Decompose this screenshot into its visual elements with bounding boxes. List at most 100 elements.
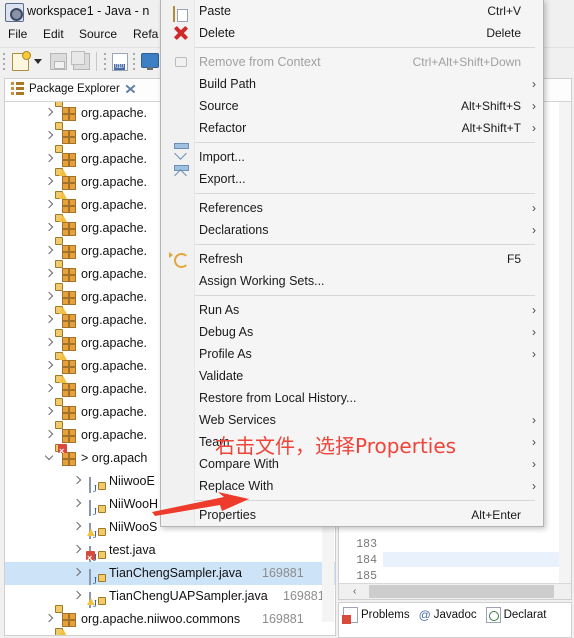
menu-item-restore-from-local-history[interactable]: Restore from Local History... xyxy=(161,387,543,409)
chevron-right-icon[interactable] xyxy=(45,408,53,417)
menu-item-label: Declarations xyxy=(199,223,269,237)
menu-item-refresh[interactable]: Refresh F5 xyxy=(161,248,543,270)
chevron-right-icon[interactable] xyxy=(45,615,53,624)
chevron-right-icon[interactable] xyxy=(73,477,81,486)
toolbar-drag-handle[interactable] xyxy=(3,53,6,71)
monitor-icon[interactable] xyxy=(141,53,161,71)
tab-package-explorer[interactable]: Package Explorer xyxy=(11,82,135,95)
chevron-right-icon: › xyxy=(532,223,536,237)
import-icon xyxy=(173,149,189,165)
tab-declaration-label: Declarat xyxy=(503,609,547,621)
annotation-text: 右击文件，选择Properties xyxy=(215,434,457,458)
new-file-icon[interactable] xyxy=(12,51,32,71)
menu-item-declarations[interactable]: Declarations › xyxy=(161,219,543,241)
chevron-right-icon: › xyxy=(532,347,536,361)
menu-refactor[interactable]: Refa xyxy=(133,27,158,41)
chevron-down-icon[interactable] xyxy=(45,454,53,463)
menu-item-references[interactable]: References › xyxy=(161,197,543,219)
menu-item-delete[interactable]: Delete Delete xyxy=(161,22,543,44)
chevron-right-icon[interactable] xyxy=(45,132,53,141)
tree-row-label: org.apache.niiwoo.commons xyxy=(81,612,241,626)
chevron-right-icon[interactable] xyxy=(45,109,53,118)
chevron-right-icon: › xyxy=(532,479,536,493)
editor-horizontal-scrollbar[interactable]: ‹ xyxy=(339,583,571,599)
menu-source[interactable]: Source xyxy=(79,27,117,41)
close-icon[interactable] xyxy=(125,84,135,94)
menu-item-run-as[interactable]: Run As › xyxy=(161,299,543,321)
save-icon[interactable] xyxy=(50,53,70,71)
toolbar-separator xyxy=(96,52,97,71)
chevron-right-icon[interactable] xyxy=(45,224,53,233)
chevron-right-icon[interactable] xyxy=(45,316,53,325)
binary-file-icon[interactable] xyxy=(112,53,132,71)
package-explorer-tab-label: Package Explorer xyxy=(29,82,120,95)
tree-row-label: org.apache. xyxy=(81,152,148,166)
menu-item-shortcut: Delete xyxy=(486,26,521,40)
tree-row-size: 169881 xyxy=(283,589,325,603)
toolbar-drag-handle-2[interactable] xyxy=(104,53,107,71)
tab-javadoc[interactable]: @ Javadoc xyxy=(419,608,477,622)
menu-item-build-path[interactable]: Build Path › xyxy=(161,73,543,95)
tab-problems[interactable]: Problems xyxy=(342,607,410,624)
chevron-right-icon[interactable] xyxy=(45,431,53,440)
chevron-right-icon[interactable] xyxy=(45,201,53,210)
tree-row-label: org.apache. xyxy=(81,175,148,189)
menu-item-label: References xyxy=(199,201,263,215)
chevron-right-icon[interactable] xyxy=(45,293,53,302)
tree-row-label: org.apache. xyxy=(81,198,148,212)
menu-item-web-services[interactable]: Web Services › xyxy=(161,409,543,431)
tree-row-label: test.java xyxy=(109,543,156,557)
bottom-panel: Problems @ Javadoc Declarat xyxy=(338,602,572,638)
java-file-icon xyxy=(89,497,106,516)
save-all-icon[interactable] xyxy=(71,51,93,71)
chevron-right-icon[interactable] xyxy=(73,500,81,509)
menu-item-shortcut: F5 xyxy=(506,252,521,266)
editor-vertical-scrollbar[interactable] xyxy=(559,102,571,583)
menu-file[interactable]: File xyxy=(8,27,27,41)
menu-item-export[interactable]: Export... xyxy=(161,168,543,190)
chevron-right-icon[interactable] xyxy=(45,385,53,394)
chevron-right-icon[interactable] xyxy=(45,178,53,187)
tree-row-label: org.apache.niiwoo.gui xyxy=(81,631,203,635)
menu-item-assign-working-sets[interactable]: Assign Working Sets... xyxy=(161,270,543,292)
menu-separator xyxy=(169,142,535,143)
editor-hscroll-thumb[interactable] xyxy=(369,585,554,598)
tree-row[interactable]: org.apache.niiwoo.gui 169881 xyxy=(5,628,335,635)
tree-row[interactable]: test.java xyxy=(5,539,335,570)
menu-edit[interactable]: Edit xyxy=(43,27,64,41)
chevron-right-icon[interactable] xyxy=(73,592,81,601)
scroll-left-arrow[interactable]: ‹ xyxy=(353,586,356,597)
menu-item-validate[interactable]: Validate xyxy=(161,365,543,387)
chevron-right-icon[interactable] xyxy=(45,247,53,256)
tab-declaration[interactable]: Declarat xyxy=(485,607,547,623)
toolbar-drag-handle-3[interactable] xyxy=(133,53,136,71)
chevron-right-icon: › xyxy=(532,435,536,449)
menu-item-refactor[interactable]: Refactor Alt+Shift+T › xyxy=(161,117,543,139)
remove-context-icon xyxy=(173,54,189,70)
menu-item-label: Run As xyxy=(199,303,240,317)
chevron-right-icon[interactable] xyxy=(73,546,81,555)
chevron-right-icon[interactable] xyxy=(45,270,53,279)
menu-item-shortcut: Alt+Shift+S xyxy=(460,99,521,113)
eclipse-icon xyxy=(5,3,24,22)
tree-row-label: TianChengSampler.java xyxy=(109,566,242,580)
menu-item-profile-as[interactable]: Profile As › xyxy=(161,343,543,365)
chevron-right-icon[interactable] xyxy=(45,362,53,371)
tree-row-label: NiiWooS xyxy=(109,520,158,534)
tree-row-label: org.apache. xyxy=(81,428,148,442)
tree-row-label: org.apache. xyxy=(81,313,148,327)
tree-row-size: 169881 xyxy=(262,566,304,580)
menu-item-shortcut: Ctrl+Alt+Shift+Down xyxy=(412,55,521,69)
menu-item-import[interactable]: Import... xyxy=(161,146,543,168)
menu-item-source[interactable]: Source Alt+Shift+S › xyxy=(161,95,543,117)
tree-row[interactable]: TianChengSampler.java 169881 xyxy=(5,562,335,585)
chevron-right-icon[interactable] xyxy=(45,155,53,164)
chevron-right-icon[interactable] xyxy=(73,523,81,532)
chevron-right-icon: › xyxy=(532,99,536,113)
menu-item-debug-as[interactable]: Debug As › xyxy=(161,321,543,343)
menu-item-label: Restore from Local History... xyxy=(199,391,357,405)
chevron-right-icon[interactable] xyxy=(73,569,81,578)
menu-item-paste[interactable]: Paste Ctrl+V xyxy=(161,0,543,22)
chevron-right-icon[interactable] xyxy=(45,339,53,348)
window-title: workspace1 - Java - n xyxy=(27,4,150,18)
